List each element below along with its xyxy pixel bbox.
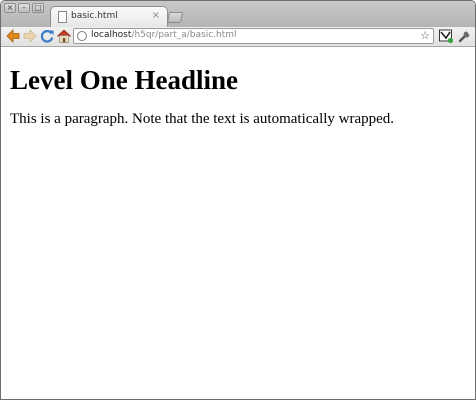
forward-arrow-icon[interactable] <box>22 28 38 44</box>
page-viewport: Level One Headline This is a paragraph. … <box>1 48 475 399</box>
url-text: localhost/h5qr/part_a/basic.html <box>91 30 237 40</box>
window-controls: × – □ <box>4 3 44 13</box>
page-icon <box>58 11 67 23</box>
page-paragraph: This is a paragraph. Note that the text … <box>10 111 395 127</box>
tab-close-icon[interactable]: × <box>152 10 160 21</box>
tab-title: basic.html <box>71 11 118 21</box>
tab-basic-html[interactable]: basic.html × <box>50 6 168 28</box>
globe-icon <box>77 31 87 41</box>
tab-strip: × – □ basic.html × <box>1 1 475 28</box>
home-icon[interactable] <box>56 28 72 44</box>
wrench-icon[interactable] <box>457 28 473 44</box>
address-bar[interactable]: localhost/h5qr/part_a/basic.html ☆ <box>73 28 434 44</box>
page-headline: Level One Headline <box>10 65 238 95</box>
reload-icon[interactable] <box>39 28 55 44</box>
url-path: /h5qr/part_a/basic.html <box>131 30 237 40</box>
window-minimize-button[interactable]: – <box>18 3 30 13</box>
new-tab-button[interactable] <box>166 12 184 23</box>
back-arrow-icon[interactable] <box>5 28 21 44</box>
star-icon[interactable]: ☆ <box>420 29 430 42</box>
window-close-button[interactable]: × <box>4 3 16 13</box>
url-host: localhost <box>91 30 132 40</box>
browser-window: × – □ basic.html × localhost/h5qr/part_a… <box>0 0 476 400</box>
toolbar: localhost/h5qr/part_a/basic.html ☆ <box>1 27 475 47</box>
window-maximize-button[interactable]: □ <box>32 3 44 13</box>
page-action-icon[interactable] <box>438 28 454 44</box>
